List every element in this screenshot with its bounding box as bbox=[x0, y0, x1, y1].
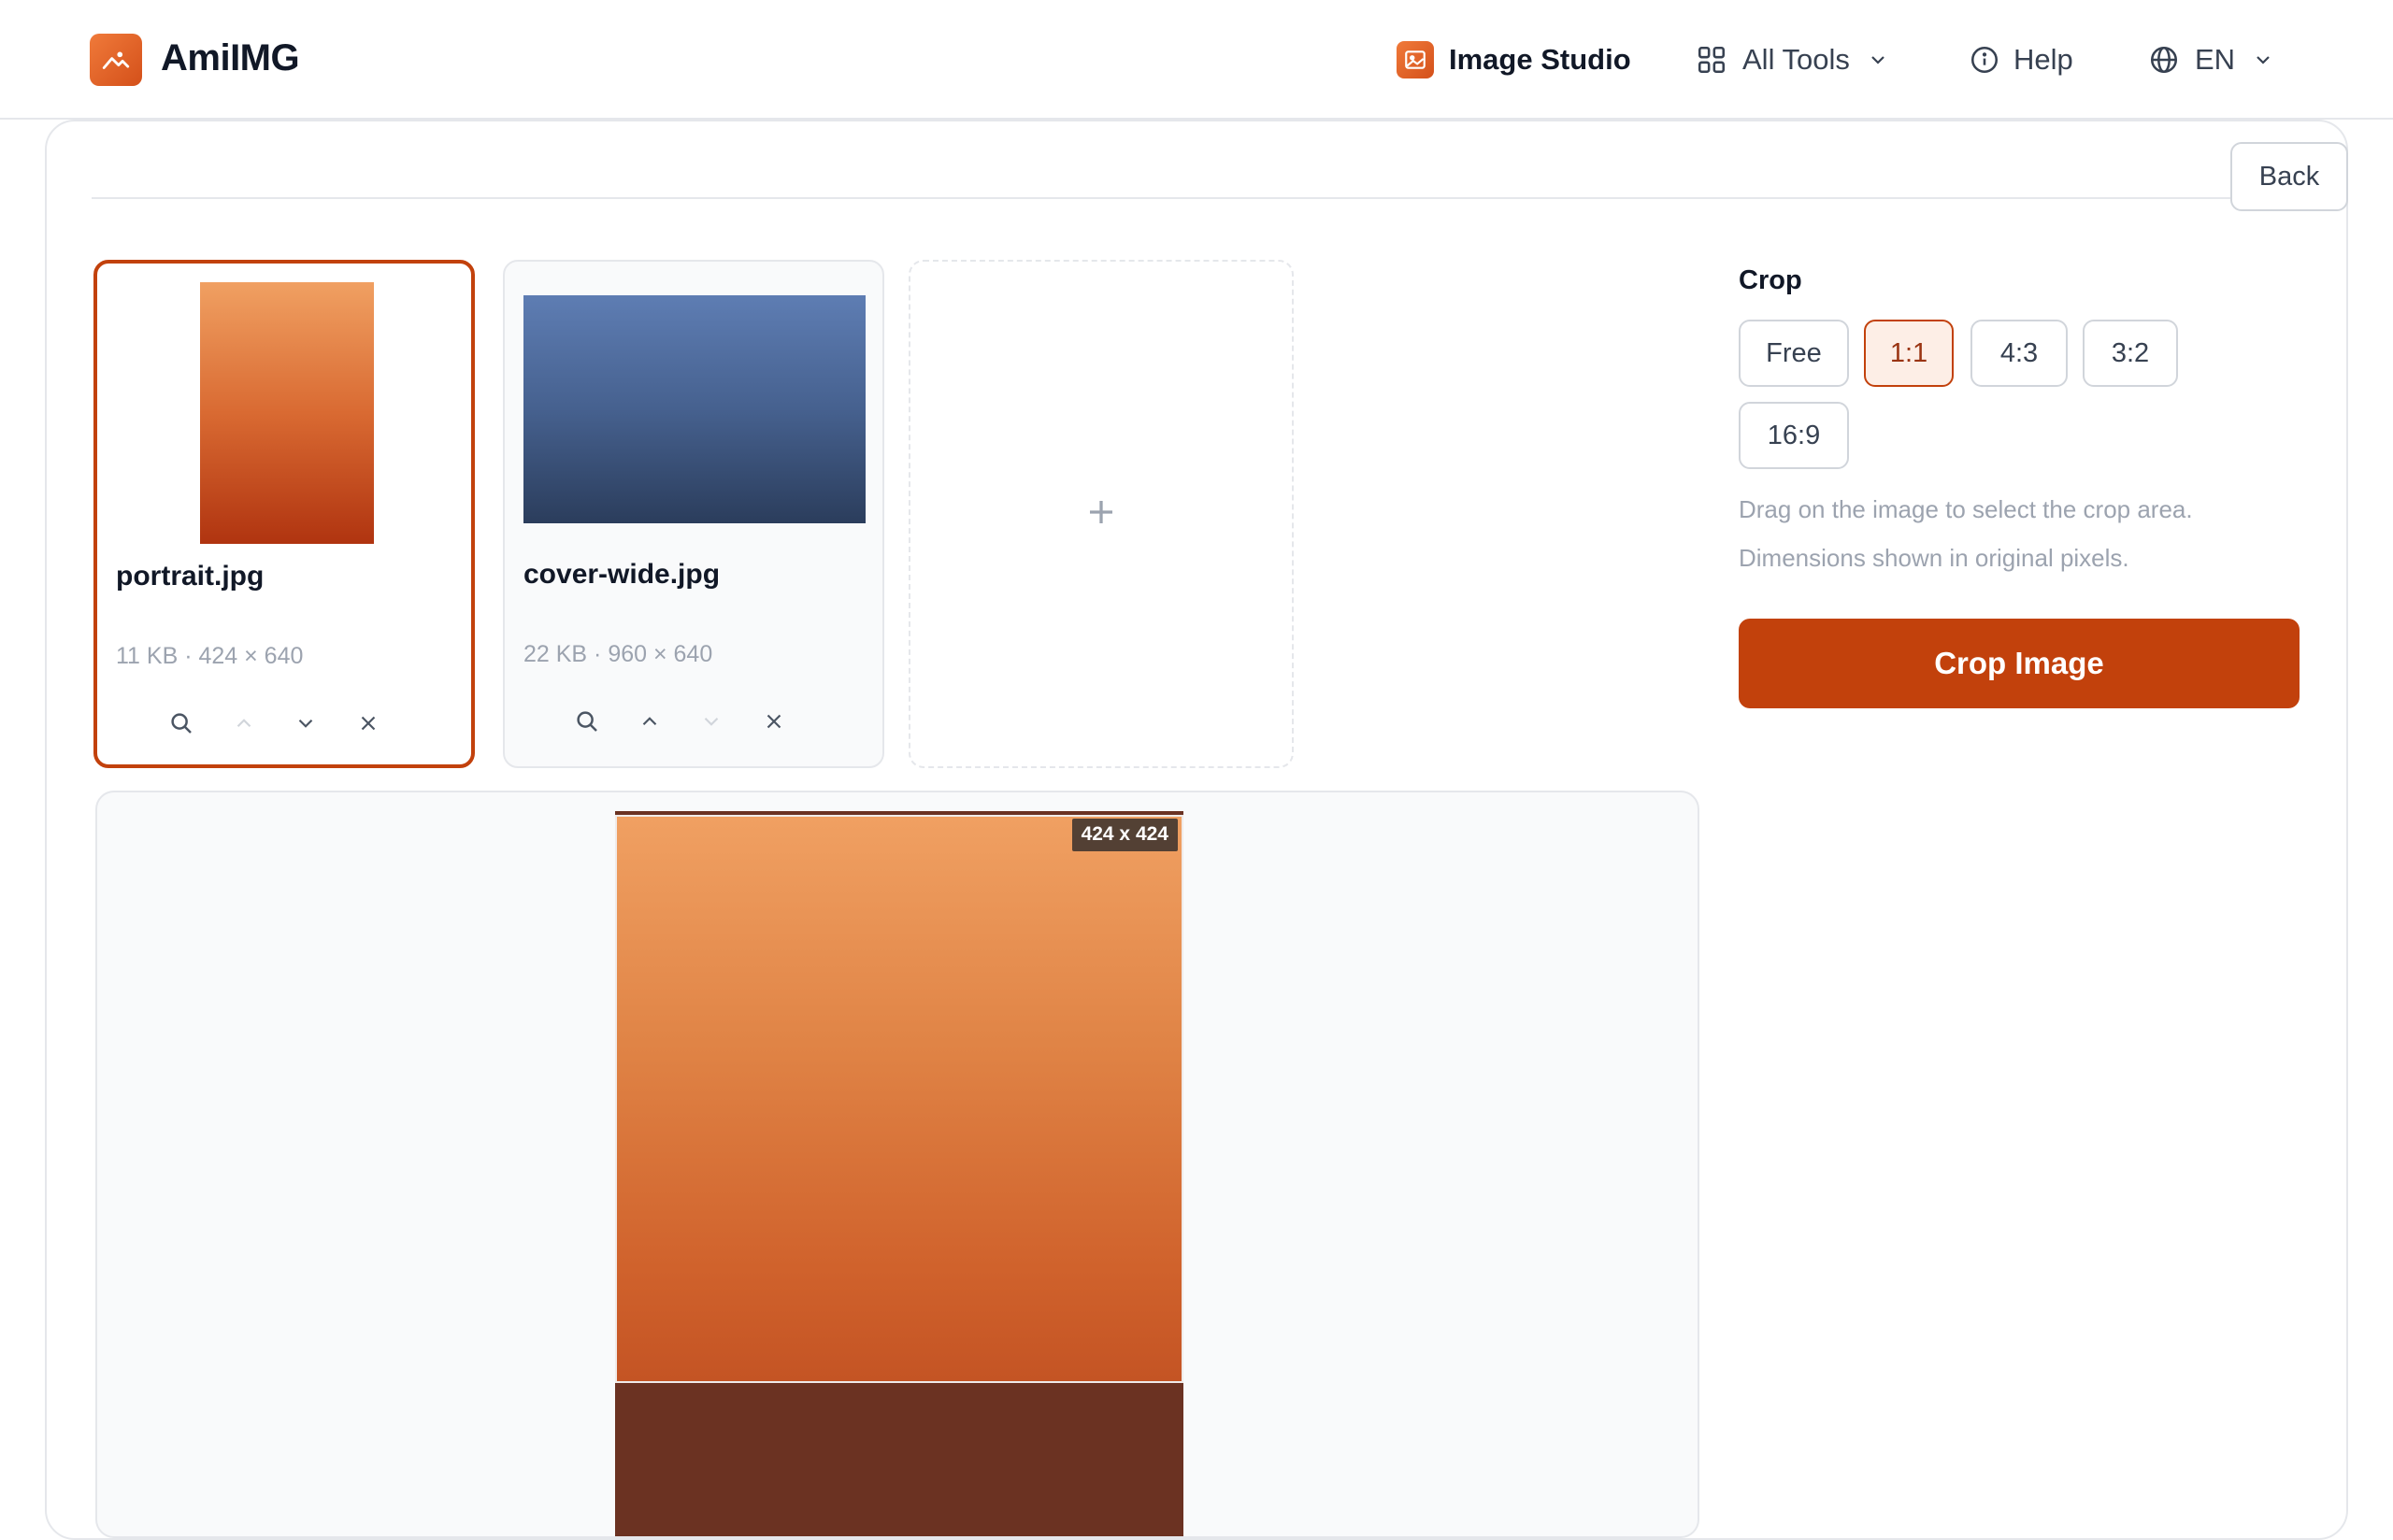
nav-all-tools-label: All Tools bbox=[1742, 43, 1850, 76]
crop-canvas[interactable]: 424 x 424 bbox=[95, 791, 1699, 1538]
thumbnail-image bbox=[200, 282, 374, 544]
file-actions bbox=[568, 703, 793, 740]
ratio-4-3-button[interactable]: 4:3 bbox=[1970, 320, 2068, 387]
chevron-down-icon[interactable] bbox=[693, 703, 730, 740]
file-meta: 11 KB · 424 × 640 bbox=[116, 643, 304, 669]
close-icon[interactable] bbox=[755, 703, 793, 740]
globe-icon bbox=[2148, 44, 2180, 76]
ratio-16-9-button[interactable]: 16:9 bbox=[1739, 402, 1849, 469]
chevron-up-icon[interactable] bbox=[225, 705, 263, 742]
ratio-1-1-button[interactable]: 1:1 bbox=[1864, 320, 1954, 387]
search-icon[interactable] bbox=[163, 705, 200, 742]
back-button[interactable]: Back bbox=[2230, 142, 2348, 211]
file-meta: 22 KB · 960 × 640 bbox=[523, 641, 713, 667]
crop-selection[interactable]: 424 x 424 bbox=[615, 815, 1183, 1383]
info-icon bbox=[1969, 44, 2000, 76]
top-header: AmiIMG Image Studio All Tools Help EN bbox=[0, 0, 2393, 120]
ratio-free-button[interactable]: Free bbox=[1739, 320, 1849, 387]
chevron-down-icon bbox=[1867, 49, 1889, 71]
file-card-portrait[interactable]: portrait.jpg 11 KB · 424 × 640 bbox=[93, 260, 475, 768]
file-name: cover-wide.jpg bbox=[523, 559, 721, 590]
crop-image-button[interactable]: Crop Image bbox=[1739, 619, 2300, 708]
crop-help-text: Dimensions shown in original pixels. bbox=[1739, 544, 2129, 572]
crop-dimensions-badge: 424 x 424 bbox=[1071, 819, 1178, 851]
file-name: portrait.jpg bbox=[116, 561, 265, 592]
divider bbox=[92, 197, 2348, 199]
thumbnail bbox=[116, 282, 460, 546]
thumbnail-image bbox=[523, 295, 866, 523]
crop-title: Crop bbox=[1739, 265, 1802, 295]
grid-icon bbox=[1696, 44, 1727, 76]
file-actions bbox=[163, 705, 387, 742]
language-label: EN bbox=[2195, 43, 2236, 76]
chevron-down-icon[interactable] bbox=[287, 705, 324, 742]
nav-image-studio[interactable]: Image Studio bbox=[1397, 34, 1631, 86]
chevron-up-icon[interactable] bbox=[631, 703, 668, 740]
language-select[interactable]: EN bbox=[2148, 34, 2274, 86]
nav-image-studio-label: Image Studio bbox=[1449, 43, 1631, 76]
chevron-down-icon bbox=[2252, 49, 2274, 71]
logo-icon[interactable] bbox=[90, 34, 142, 86]
thumbnail bbox=[522, 278, 866, 542]
nav-help-label: Help bbox=[2013, 43, 2073, 76]
image-icon bbox=[1397, 41, 1434, 78]
search-icon[interactable] bbox=[568, 703, 606, 740]
add-image-button[interactable] bbox=[909, 260, 1294, 768]
file-card-cover-wide[interactable]: cover-wide.jpg 22 KB · 960 × 640 bbox=[503, 260, 884, 768]
brand-name[interactable]: AmiIMG bbox=[161, 37, 300, 79]
crop-help-text: Drag on the image to select the crop are… bbox=[1739, 495, 2193, 523]
plus-icon bbox=[1084, 495, 1118, 534]
nav-all-tools[interactable]: All Tools bbox=[1696, 34, 1889, 86]
ratio-3-2-button[interactable]: 3:2 bbox=[2083, 320, 2178, 387]
close-icon[interactable] bbox=[350, 705, 387, 742]
nav-help[interactable]: Help bbox=[1969, 34, 2073, 86]
